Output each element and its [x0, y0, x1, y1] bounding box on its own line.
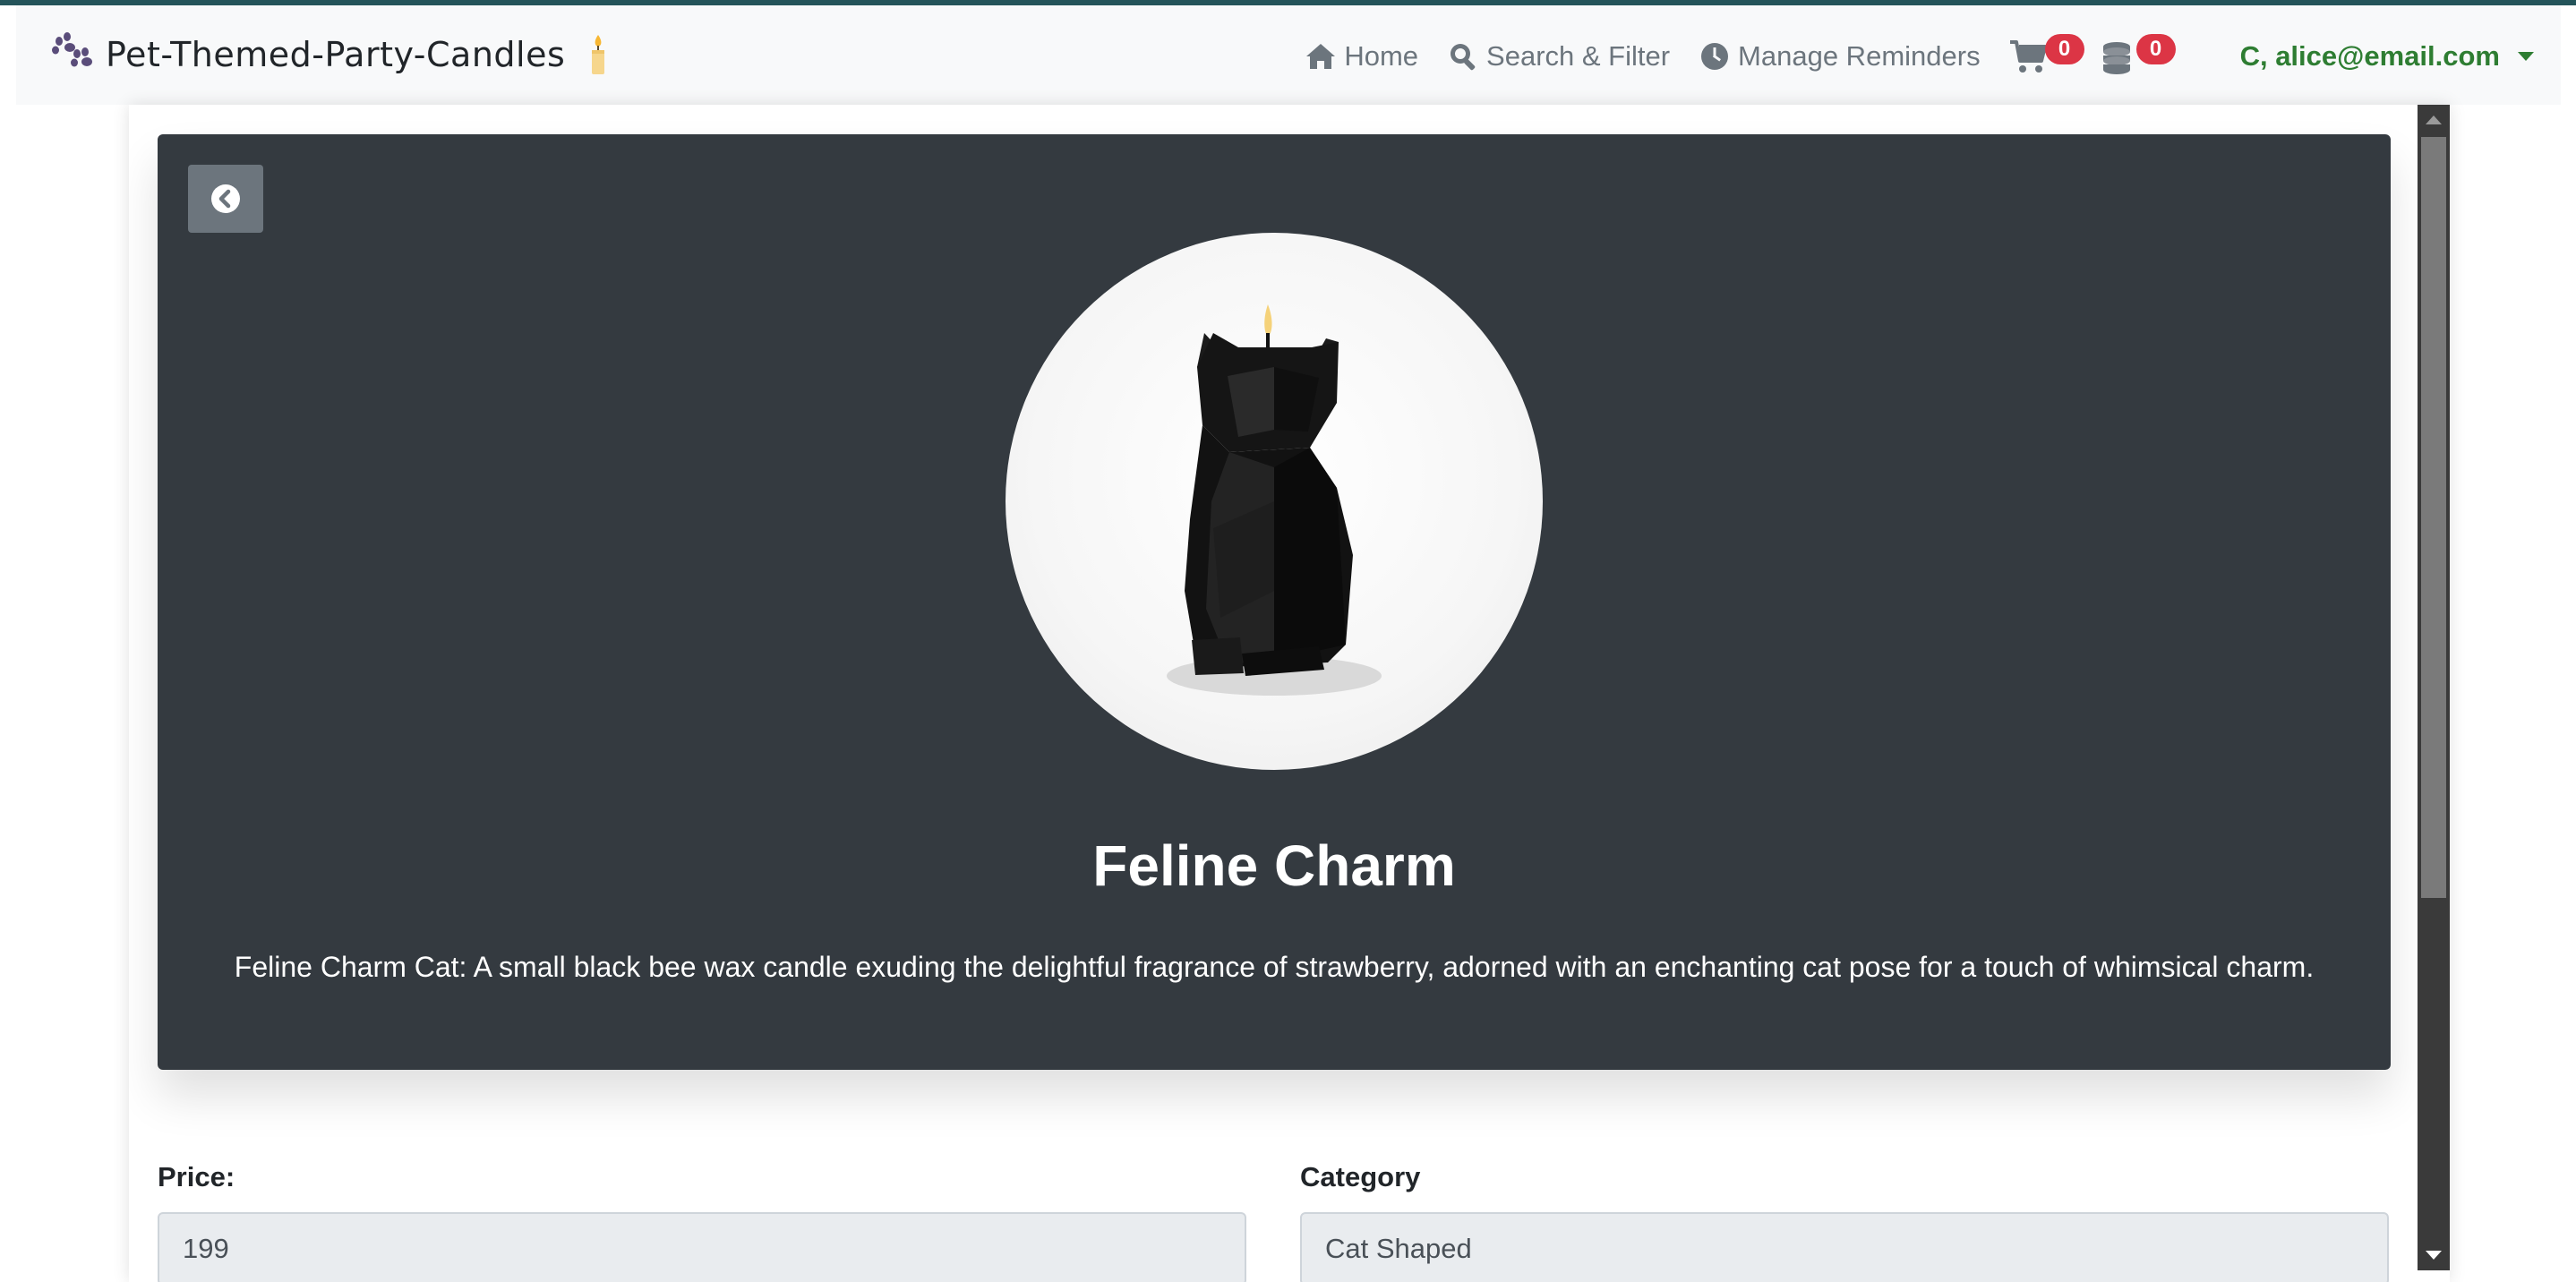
user-dropdown[interactable]: C, alice@email.com	[2240, 40, 2534, 73]
nav-home-label: Home	[1344, 40, 1419, 72]
product-description: Feline Charm Cat: A small black bee wax …	[234, 951, 2315, 983]
cat-candle-image	[1167, 304, 1382, 696]
nav-search-label: Search & Filter	[1486, 40, 1671, 72]
nav-search-link[interactable]: Search & Filter	[1447, 40, 1670, 73]
product-image	[1006, 233, 1543, 770]
navbar: Pet-Themed-Party-Candles Home Search & F…	[16, 5, 2561, 105]
coins-icon	[2102, 42, 2130, 74]
category-label: Category	[1300, 1161, 1421, 1192]
home-icon	[1306, 44, 1336, 69]
price-label: Price:	[158, 1161, 235, 1192]
vertical-scrollbar[interactable]	[2418, 105, 2450, 1270]
search-icon	[1451, 44, 1476, 71]
scroll-down-arrow-icon[interactable]	[2426, 1251, 2442, 1260]
nav-reminders-link[interactable]: Manage Reminders	[1699, 40, 1981, 73]
coins-button[interactable]: 0	[2101, 34, 2178, 79]
candle-icon	[592, 35, 605, 74]
coins-count-badge: 0	[2135, 34, 2176, 64]
brand-name: Pet-Themed-Party-Candles	[106, 35, 566, 74]
cart-button[interactable]: 0	[2009, 34, 2086, 79]
scroll-up-arrow-icon[interactable]	[2426, 115, 2442, 124]
page: Pet-Themed-Party-Candles Home Search & F…	[0, 0, 2576, 1282]
product-hero-card: Feline Charm Feline Charm Cat: A small b…	[158, 134, 2391, 1070]
product-title: Feline Charm	[1092, 833, 1456, 898]
category-field[interactable]: Cat Shaped	[1300, 1212, 2389, 1282]
cart-count-badge: 0	[2044, 34, 2084, 64]
nav-reminders-label: Manage Reminders	[1738, 40, 1981, 72]
paw-icon	[52, 32, 92, 67]
brand-link[interactable]: Pet-Themed-Party-Candles	[50, 32, 612, 77]
user-label: C, alice@email.com	[2239, 40, 2500, 72]
nav-links: Home Search & Filter Manage Reminders 0 …	[1305, 34, 2561, 79]
chevron-left-circle-icon	[211, 184, 240, 213]
scrollbar-thumb[interactable]	[2421, 137, 2446, 898]
chevron-down-icon	[2518, 52, 2534, 61]
content-frame: Feline Charm Feline Charm Cat: A small b…	[129, 105, 2450, 1282]
nav-home-link[interactable]: Home	[1305, 40, 1418, 73]
clock-icon	[1701, 43, 1729, 70]
price-field[interactable]: 199	[158, 1212, 1246, 1282]
back-button[interactable]	[188, 165, 263, 233]
shopping-cart-icon	[2009, 40, 2047, 73]
